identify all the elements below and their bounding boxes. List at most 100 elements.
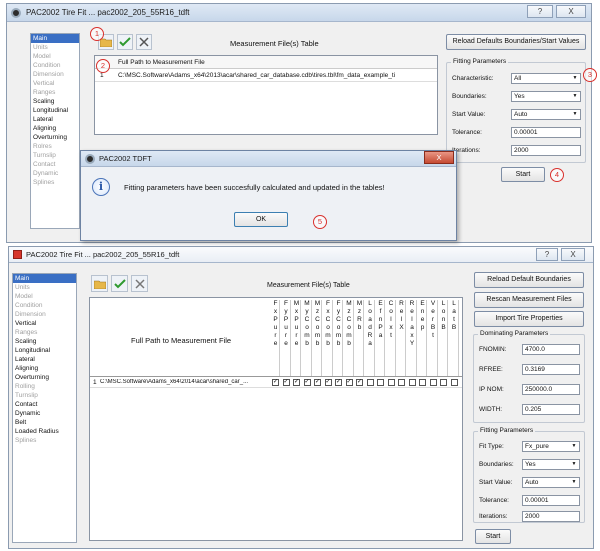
close-button[interactable]: X <box>556 5 586 18</box>
flag-checkbox[interactable] <box>377 379 384 386</box>
bottom-item-lateral[interactable]: Lateral <box>13 355 76 364</box>
tolerance-input[interactable]: 0.00001 <box>522 495 580 506</box>
column-header-letter: m <box>314 332 321 339</box>
bottom-item-splines[interactable]: Splines <box>13 436 76 445</box>
bottom-item-loaded-radius[interactable]: Loaded Radius <box>13 427 76 436</box>
flag-checkbox[interactable] <box>429 379 437 386</box>
apply-button[interactable] <box>117 34 133 50</box>
top-item-overturning[interactable]: Overturning <box>31 133 79 142</box>
top-item-turnslip[interactable]: Turnslip <box>31 151 79 160</box>
top-item-ranges[interactable]: Ranges <box>31 88 79 97</box>
bottom-window: PAC2002 Tire Fit ... pac2002_205_55R16_t… <box>8 246 594 549</box>
bottom-item-contact[interactable]: Contact <box>13 400 76 409</box>
bottom-item-vertical[interactable]: Vertical <box>13 319 76 328</box>
column-header-letter: P <box>283 316 289 323</box>
rfree-input[interactable]: 0.3169 <box>522 364 580 375</box>
fnomin-input[interactable]: 4700.0 <box>522 344 580 355</box>
column-header-letter: d <box>368 324 372 331</box>
flag-checkbox[interactable] <box>398 379 405 386</box>
column-header-letter: F <box>326 300 330 307</box>
apply-button[interactable] <box>111 275 128 292</box>
top-item-dimension[interactable]: Dimension <box>31 70 79 79</box>
cancel-button[interactable] <box>131 275 148 292</box>
top-item-contact[interactable]: Contact <box>31 160 79 169</box>
boundaries-select[interactable]: Yes ▼ <box>511 91 581 102</box>
flag-checkbox[interactable]: ✓ <box>345 379 353 386</box>
x-icon <box>134 278 145 289</box>
bottom-item-dynamic[interactable]: Dynamic <box>13 409 76 418</box>
tolerance-label: Tolerance: <box>479 497 509 504</box>
top-item-longitudinal[interactable]: Longitudinal <box>31 106 79 115</box>
top-item-model[interactable]: Model <box>31 52 79 61</box>
characteristic-select[interactable]: All ▼ <box>511 73 581 84</box>
help-button[interactable]: ? <box>527 5 553 18</box>
tolerance-input[interactable]: 0.00001 <box>511 127 581 138</box>
flag-checkbox[interactable] <box>366 379 374 386</box>
flag-checkbox[interactable] <box>450 379 458 386</box>
bottom-table-row[interactable]: 1 C:\MSC.Software\Adams_x64\2014\acar\sh… <box>90 378 462 388</box>
open-folder-button[interactable] <box>91 275 108 292</box>
top-item-units[interactable]: Units <box>31 43 79 52</box>
bottom-start-button[interactable]: Start <box>475 529 511 544</box>
help-button[interactable]: ? <box>536 248 558 261</box>
boundaries-select[interactable]: Yes ▼ <box>522 459 580 470</box>
flag-checkbox[interactable] <box>408 379 416 386</box>
flag-checkbox[interactable]: ✓ <box>293 379 300 386</box>
top-start-button[interactable]: Start <box>501 167 545 182</box>
top-file-table: Full Path to Measurement File 1 C:\MSC.S… <box>94 55 438 135</box>
bottom-item-units[interactable]: Units <box>13 283 76 292</box>
bottom-item-turnslip[interactable]: Turnslip <box>13 391 76 400</box>
bottom-item-main[interactable]: Main <box>13 274 76 283</box>
bottom-item-condition[interactable]: Condition <box>13 301 76 310</box>
top-item-aligning[interactable]: Aligning <box>31 124 79 133</box>
bottom-item-aligning[interactable]: Aligning <box>13 364 76 373</box>
bottom-sidebar: Main Units Model Condition Dimension Vertical… <box>12 273 77 543</box>
flag-checkbox[interactable] <box>419 379 426 386</box>
reload-defaults-button[interactable]: Reload Defaults Boundaries/Start Values <box>446 34 586 50</box>
start-value-select[interactable]: Auto ▼ <box>522 477 580 488</box>
bottom-item-longitudinal[interactable]: Longitudinal <box>13 346 76 355</box>
import-tire-properties-button[interactable]: Import Tire Properties <box>474 311 584 327</box>
bottom-item-belt[interactable]: Belt <box>13 418 76 427</box>
flag-checkbox[interactable]: ✓ <box>303 379 311 386</box>
flag-checkbox[interactable]: ✓ <box>314 379 321 386</box>
flag-checkbox[interactable]: ✓ <box>356 379 363 386</box>
top-table-row[interactable]: 1 C:\MSC.Software\Adams_x64\2013\acar\sh… <box>95 70 437 82</box>
column-header-letter: P <box>378 324 383 331</box>
bottom-item-rolling[interactable]: Rolling <box>13 382 76 391</box>
fit-type-select[interactable]: Fx_pure ▼ <box>522 441 580 452</box>
top-item-dynamic[interactable]: Dynamic <box>31 169 79 178</box>
start-value-select[interactable]: Auto ▼ <box>511 109 581 120</box>
top-item-main[interactable]: Main <box>31 34 79 43</box>
close-button[interactable]: X <box>561 248 585 261</box>
dialog-ok-button[interactable]: OK <box>234 212 288 227</box>
iterations-input[interactable]: 2000 <box>522 511 580 522</box>
top-item-splines[interactable]: Splines <box>31 178 79 187</box>
reload-default-boundaries-button[interactable]: Reload Default Boundaries <box>474 272 584 288</box>
top-item-lateral[interactable]: Lateral <box>31 115 79 124</box>
flag-checkbox[interactable] <box>440 379 447 386</box>
dialog-close-button[interactable]: X <box>424 151 454 164</box>
top-item-scaling[interactable]: Scaling <box>31 97 79 106</box>
bottom-item-dimension[interactable]: Dimension <box>13 310 76 319</box>
cancel-button[interactable] <box>136 34 152 50</box>
width-input[interactable]: 0.205 <box>522 404 580 415</box>
flag-checkbox[interactable] <box>387 379 395 386</box>
bottom-item-ranges[interactable]: Ranges <box>13 328 76 337</box>
top-item-condition[interactable]: Condition <box>31 61 79 70</box>
ipnom-input[interactable]: 250000.0 <box>522 384 580 395</box>
flag-checkbox[interactable]: ✓ <box>272 379 279 386</box>
rescan-measurement-files-button[interactable]: Rescan Measurement Files <box>474 292 584 308</box>
bottom-item-model[interactable]: Model <box>13 292 76 301</box>
bottom-item-overturning[interactable]: Overturning <box>13 373 76 382</box>
flag-checkbox[interactable]: ✓ <box>335 379 342 386</box>
column-header-letter: r <box>295 332 298 339</box>
top-item-rolres[interactable]: Rolres <box>31 142 79 151</box>
flag-checkbox[interactable]: ✓ <box>324 379 332 386</box>
flag-checkbox[interactable]: ✓ <box>282 379 290 386</box>
iterations-input[interactable]: 2000 <box>511 145 581 156</box>
bottom-item-scaling[interactable]: Scaling <box>13 337 76 346</box>
boundaries-value: Yes <box>514 93 525 100</box>
top-item-vertical[interactable]: Vertical <box>31 79 79 88</box>
bottom-row-number: 1 <box>93 379 97 386</box>
